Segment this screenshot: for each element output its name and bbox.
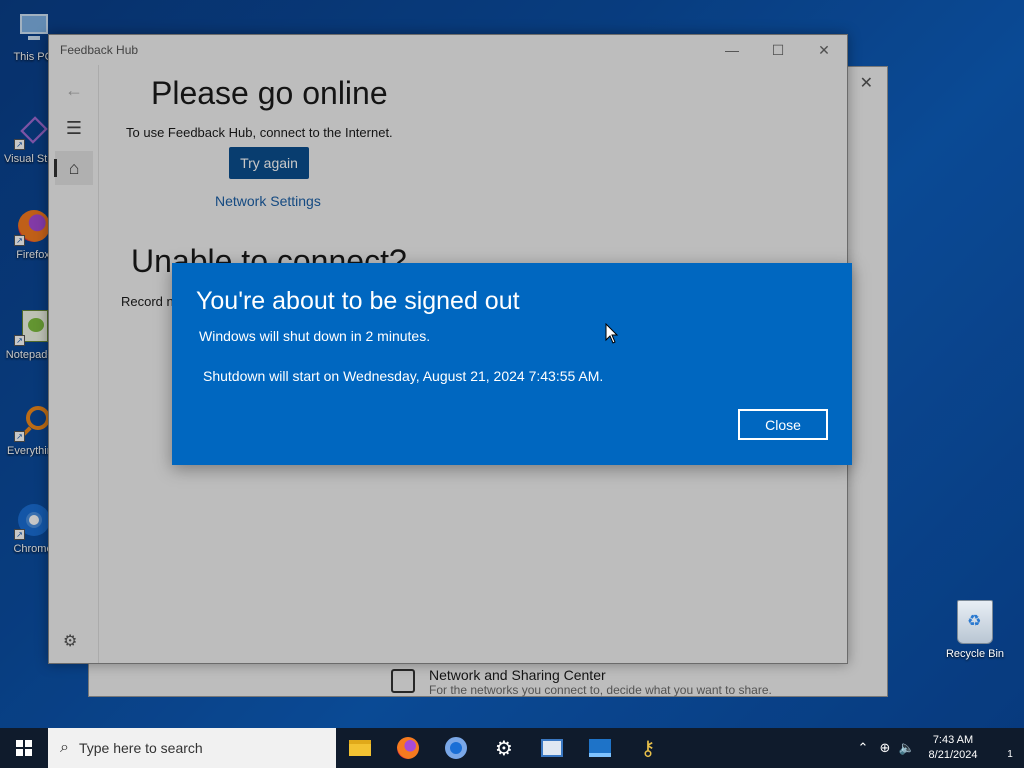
globe-icon[interactable]: ⊕ [874, 740, 896, 756]
gear-icon: ⚙ [495, 737, 513, 760]
clock-time: 7:43 AM [932, 734, 974, 746]
speaker-muted-icon[interactable]: 🔈 [896, 740, 918, 756]
chevron-up-icon[interactable]: ⌃ [852, 740, 874, 756]
folder-icon [349, 740, 371, 756]
monitor-icon [541, 739, 563, 757]
search-icon: ⌕ [60, 739, 69, 756]
taskbar-credential-tool[interactable]: ⚷ [624, 728, 672, 768]
taskbar-file-explorer[interactable] [336, 728, 384, 768]
system-tray: ⌃ ⊕ 🔈 7:43 AM 8/21/2024 1 [852, 728, 1024, 768]
recycle-bin-icon [957, 600, 993, 644]
recycle-bin-label: Recycle Bin [945, 648, 1005, 660]
taskbar-search-box[interactable]: ⌕ Type here to search [48, 728, 336, 768]
chrome-icon [445, 737, 467, 759]
key-icon: ⚷ [640, 737, 656, 760]
signout-dialog: You're about to be signed out Windows wi… [172, 263, 852, 465]
mouse-cursor-icon [605, 323, 619, 344]
taskbar-firefox[interactable] [384, 728, 432, 768]
taskbar-remote-desktop[interactable] [576, 728, 624, 768]
dialog-shutdown-time: Shutdown will start on Wednesday, August… [203, 368, 604, 384]
notification-count: 1 [1007, 748, 1013, 760]
search-placeholder: Type here to search [78, 740, 203, 756]
firefox-icon [397, 737, 419, 759]
notification-center-icon[interactable]: 1 [988, 728, 1024, 768]
taskbar-settings[interactable]: ⚙ [480, 728, 528, 768]
dialog-title: You're about to be signed out [196, 287, 520, 315]
start-button[interactable] [0, 728, 48, 768]
taskbar-chrome[interactable] [432, 728, 480, 768]
dialog-message: Windows will shut down in 2 minutes. [199, 328, 431, 344]
dialog-close-button[interactable]: Close [738, 409, 828, 440]
desktop-icon-recycle-bin[interactable]: Recycle Bin [940, 600, 1010, 660]
taskbar: ⌕ Type here to search ⚙ ⚷ ⌃ ⊕ 🔈 7:43 AM … [0, 728, 1024, 768]
clock[interactable]: 7:43 AM 8/21/2024 [918, 733, 988, 763]
clock-date: 8/21/2024 [928, 749, 978, 761]
windows-logo-icon [16, 740, 32, 756]
taskbar-task-manager[interactable] [528, 728, 576, 768]
remote-desktop-icon [589, 739, 611, 757]
